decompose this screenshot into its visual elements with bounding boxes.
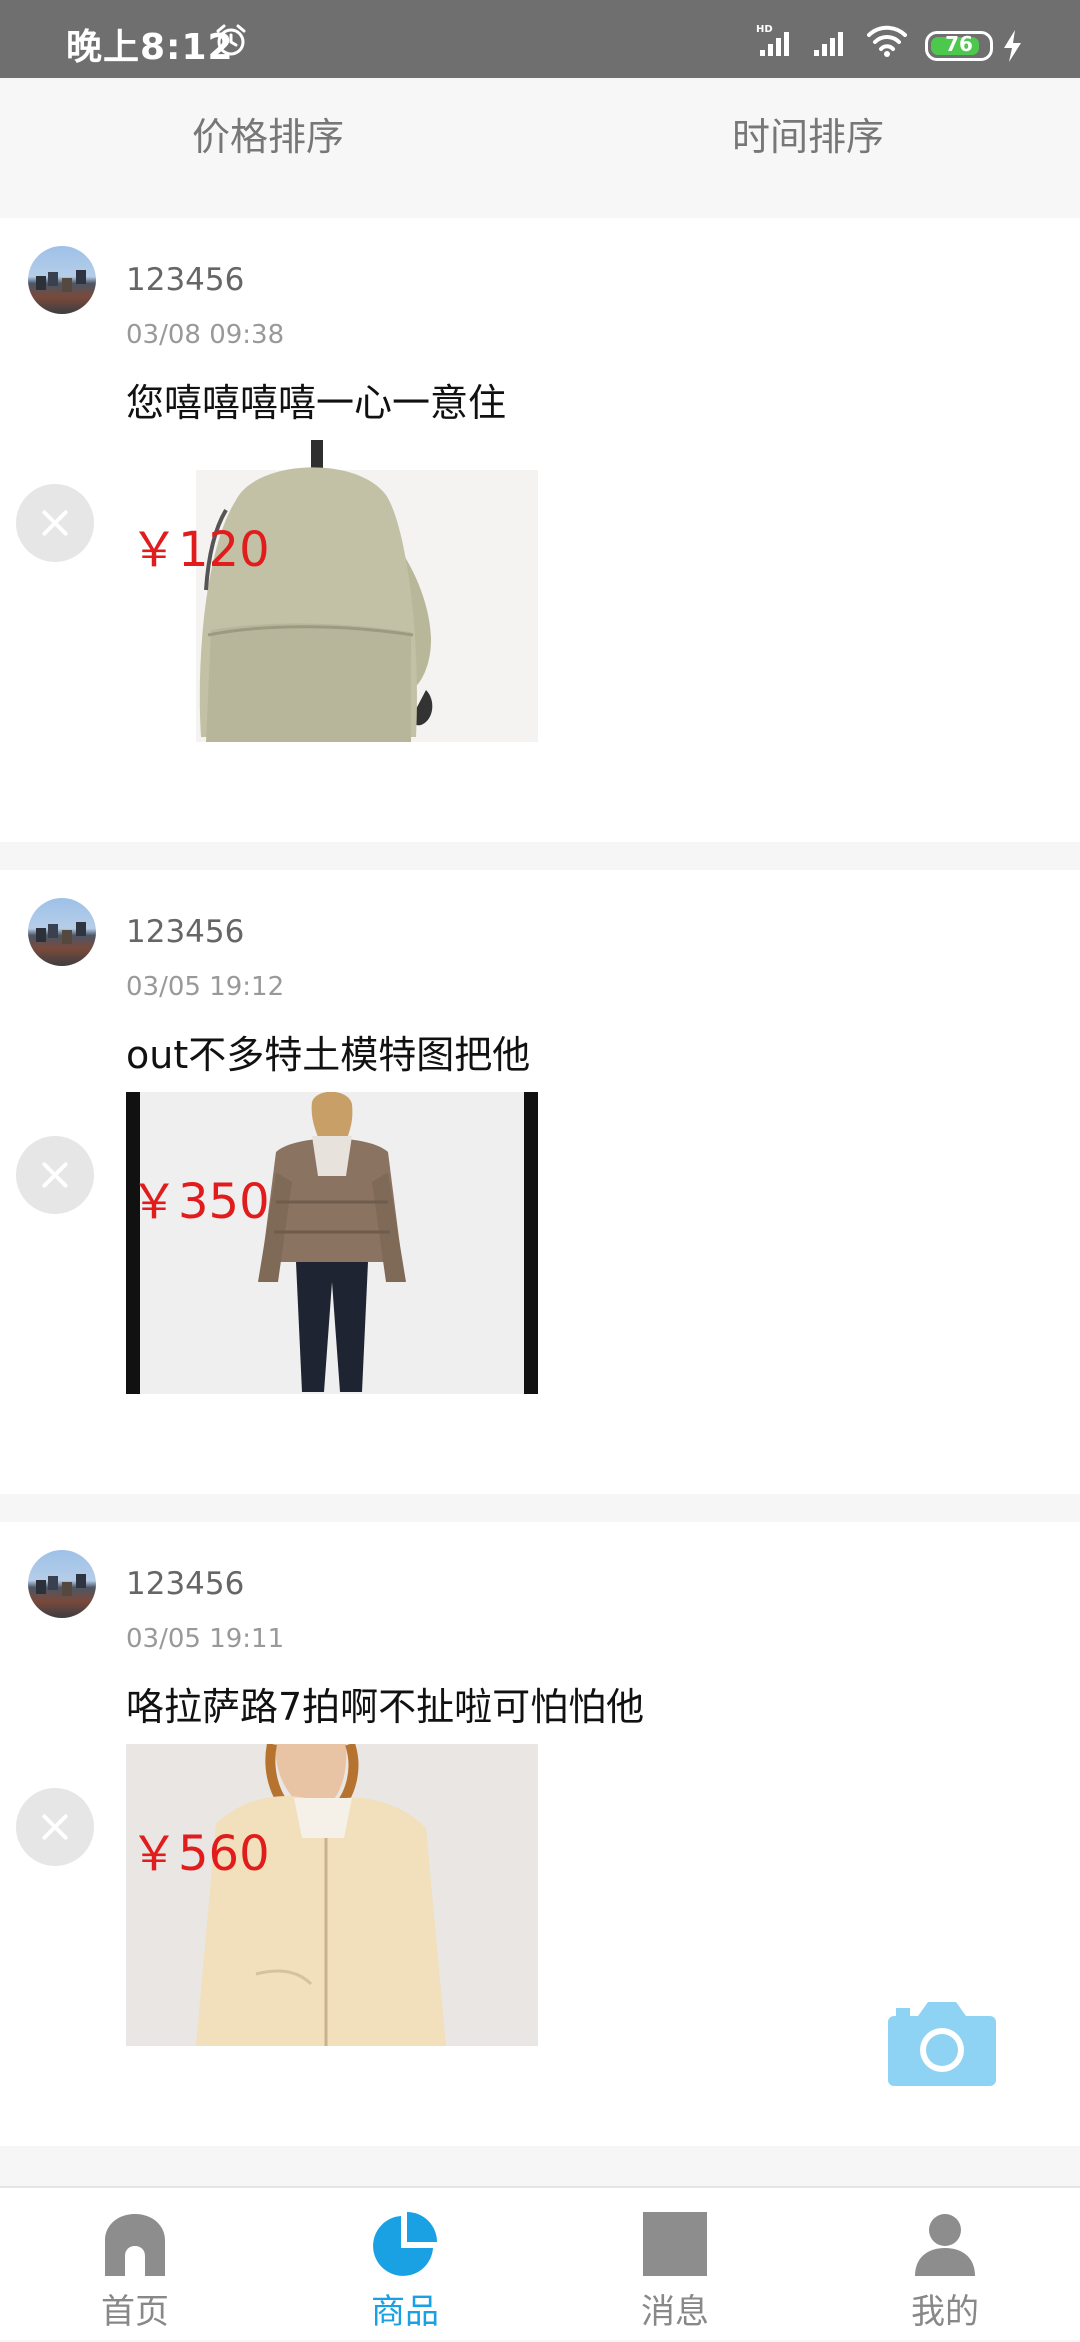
status-bar: 晚上8:12 HD 76 — [0, 0, 1080, 78]
tab-label: 我的 — [911, 2292, 979, 2332]
post-price: ￥120 — [130, 522, 270, 578]
message-icon — [643, 2212, 707, 2276]
delete-button[interactable] — [16, 484, 94, 562]
post-date: 03/05 19:12 — [126, 972, 285, 1002]
svg-text:HD: HD — [756, 24, 773, 35]
sort-bar: 价格排序 时间排序 — [0, 78, 1080, 218]
tab-messages[interactable]: 消息 — [540, 2188, 810, 2342]
wifi-icon — [867, 25, 907, 57]
post-username: 123456 — [126, 1566, 245, 1602]
sort-by-time-button[interactable]: 时间排序 — [732, 106, 884, 161]
puffer-jacket-image[interactable] — [126, 1092, 538, 1394]
post-date: 03/08 09:38 — [126, 320, 285, 350]
bottom-tab-bar: 首页 商品 消息 我的 — [0, 2186, 1080, 2340]
hooded-jacket-image[interactable] — [126, 1744, 538, 2046]
camera-icon[interactable] — [888, 2002, 996, 2086]
battery-level: 76 — [945, 32, 973, 56]
tab-home[interactable]: 首页 — [0, 2188, 270, 2342]
post-username: 123456 — [126, 262, 245, 298]
avatar[interactable] — [28, 1550, 96, 1618]
avatar[interactable] — [28, 898, 96, 966]
post-description: out不多特土模特图把他 — [126, 1033, 531, 1077]
home-icon — [105, 2214, 165, 2276]
signal-icon — [814, 32, 843, 56]
tab-label: 首页 — [101, 2292, 169, 2332]
hd-signal-icon: HD — [756, 24, 789, 56]
post-date: 03/05 19:11 — [126, 1624, 285, 1654]
post-price: ￥350 — [130, 1174, 270, 1230]
delete-button[interactable] — [16, 1788, 94, 1866]
status-time: 晚上8:12 — [66, 27, 234, 68]
post-username: 123456 — [126, 914, 245, 950]
post-price: ￥560 — [130, 1826, 270, 1882]
tab-label: 消息 — [641, 2292, 709, 2332]
tab-profile[interactable]: 我的 — [810, 2188, 1080, 2342]
pie-chart-icon — [373, 2212, 437, 2276]
battery-icon: 76 — [925, 31, 993, 61]
tab-label: 商品 — [371, 2292, 439, 2332]
post-card[interactable]: 123456 03/08 09:38 您嘻嘻嘻嘻一心一意住 ￥120 — [0, 218, 1080, 842]
tab-products[interactable]: 商品 — [270, 2188, 540, 2342]
sort-by-price-button[interactable]: 价格排序 — [192, 106, 344, 161]
delete-button[interactable] — [16, 1136, 94, 1214]
alarm-icon — [216, 24, 246, 56]
avatar[interactable] — [28, 246, 96, 314]
post-description: 您嘻嘻嘻嘻一心一意住 — [126, 381, 507, 425]
profile-icon — [915, 2214, 975, 2276]
charging-icon — [1004, 30, 1021, 62]
post-description: 咯拉萨路7拍啊不扯啦可怕怕他 — [126, 1685, 645, 1729]
post-card[interactable]: 123456 03/05 19:12 out不多特土模特图把他 ￥350 — [0, 870, 1080, 1494]
backpack-image[interactable] — [126, 440, 538, 742]
